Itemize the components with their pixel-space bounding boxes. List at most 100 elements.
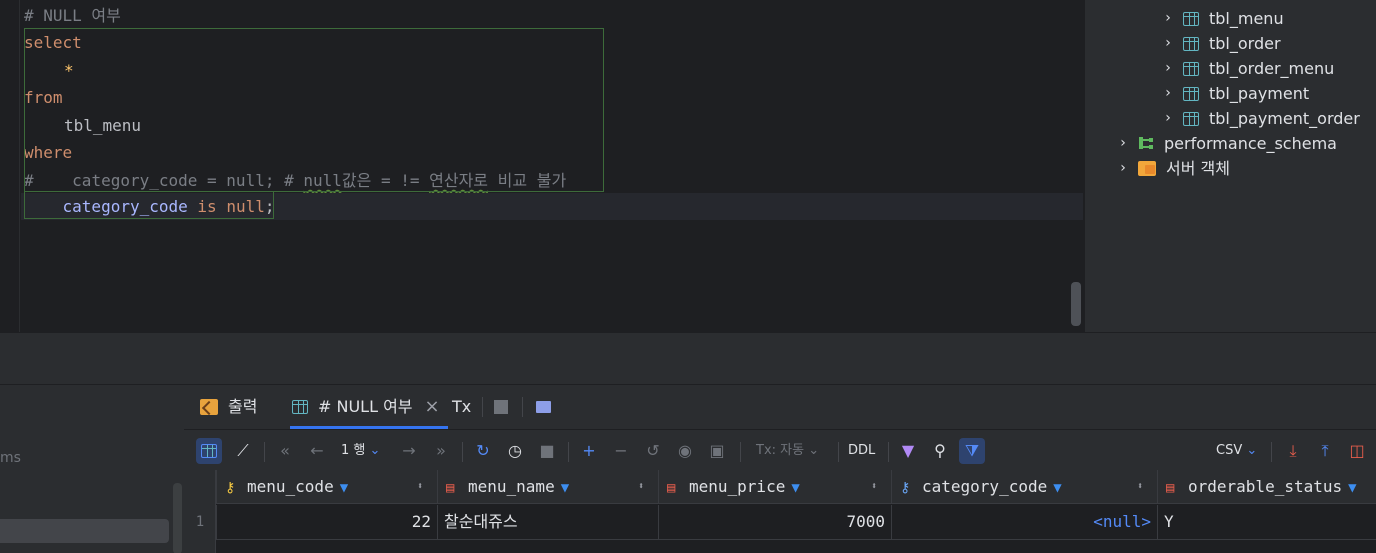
layout-icon [536,401,551,413]
tree-item-tbl-payment-order[interactable]: › tbl_payment_order [1161,106,1360,131]
compare-icon[interactable]: ◫ [1344,438,1370,464]
column-header-menu-price[interactable]: ▤ menu_price ▼ ⬍ [658,470,891,504]
cancel-query-icon[interactable]: ■ [534,438,560,464]
selected-tree-row[interactable] [0,519,169,543]
sql-editor[interactable]: # NULL 여부 select * from tbl_menu where #… [0,0,1084,332]
next-page-icon[interactable]: → [396,438,422,464]
result-grid[interactable]: ⚷ menu_code ▼ ⬍ ▤ menu_name ▼ ⬍ ▤ menu_price ▼ ⬍ … [184,470,1376,553]
tree-item-label: performance_schema [1164,134,1337,153]
chevron-right-icon[interactable]: › [1161,106,1175,131]
panel-divider [0,384,184,385]
tree-item-label: 서버 객체 [1166,159,1230,178]
sort-icon[interactable]: ⬍ [638,470,644,504]
cell-menu-code[interactable]: 22 [216,505,437,539]
tree-item-tbl-menu[interactable]: › tbl_menu [1161,6,1283,31]
sort-icon[interactable]: ⬍ [417,470,423,504]
code-line-condition: category_code is null; [21,193,1083,220]
filter-icon[interactable]: ▼ [1053,480,1061,496]
refresh-icon[interactable]: ↻ [470,438,496,464]
export-format-label: CSV [1216,443,1243,458]
tree-item-performance-schema[interactable]: › performance_schema [1116,131,1337,156]
key-icon: ⚷ [225,480,236,496]
first-page-icon[interactable]: « [272,438,298,464]
stop-button[interactable] [494,385,508,429]
tree-item-tbl-order-menu[interactable]: › tbl_order_menu [1161,56,1334,81]
chevron-right-icon[interactable]: › [1161,81,1175,106]
view-icon[interactable]: ◉ [672,438,698,464]
history-icon[interactable]: ◷ [502,438,528,464]
code-line-commented-condition: # category_code = null; # null값은 = != 연산… [24,167,566,194]
folder-icon [1138,161,1156,176]
filter-icon[interactable]: ▼ [1348,480,1356,496]
cell-menu-price[interactable]: 7000 [658,505,891,539]
prev-page-icon[interactable]: ← [304,438,330,464]
column-header-menu-code[interactable]: ⚷ menu_code ▼ ⬍ [216,470,437,504]
foreign-key-icon: ⚷ [900,480,911,496]
tree-item-label: tbl_payment [1209,84,1310,103]
layout-button[interactable] [536,385,551,429]
tree-item-tbl-payment[interactable]: › tbl_payment [1161,81,1309,106]
table-icon [292,400,308,414]
column-header-category-code[interactable]: ⚷ category_code ▼ ⬍ [891,470,1157,504]
filter-view-icon[interactable]: ⧩ [959,438,985,464]
separator [838,442,839,462]
tab-query-result[interactable]: # NULL 여부 × [290,385,448,429]
tx-mode-selector[interactable]: Tx: 자동 ⌄ [756,438,819,464]
search-icon[interactable]: ⚲ [927,438,953,464]
row-number: 1 [195,514,205,530]
sort-icon[interactable]: ⬍ [1137,470,1143,504]
separator [522,397,523,417]
delete-row-icon[interactable]: − [608,438,634,464]
add-row-icon[interactable]: + [576,438,602,464]
chevron-right-icon[interactable]: › [1116,131,1130,156]
comment-text-b: 값은 [341,171,372,190]
code-line-comment: # NULL 여부 [24,6,121,25]
chevron-right-icon[interactable]: › [1116,156,1130,181]
tab-output[interactable]: 출력 [200,385,257,429]
editor-scrollbar[interactable] [1071,282,1081,326]
chevron-right-icon[interactable]: › [1161,31,1175,56]
chevron-right-icon[interactable]: › [1161,6,1175,31]
tab-transaction[interactable]: Tx [452,385,471,429]
tree-item-label: tbl_payment_order [1209,109,1360,128]
chart-view-icon[interactable]: ⟋ [230,438,256,464]
ddl-button[interactable]: DDL [848,438,875,464]
cell-menu-name[interactable]: 찰순대쥬스 [437,505,658,539]
last-page-icon[interactable]: » [428,438,454,464]
column-icon: ▤ [1166,480,1175,496]
comment-text-c: = != [371,171,430,190]
close-icon[interactable]: × [425,385,440,429]
table-icon [1183,86,1199,101]
tab-label: Tx [452,397,472,416]
separator [482,397,483,417]
filter-icon[interactable]: ▼ [561,480,569,496]
panel-scrollbar[interactable] [173,483,182,553]
upload-icon[interactable]: ⤒ [1312,438,1338,464]
column-icon: ▤ [446,480,455,496]
table-view-button[interactable] [196,438,222,464]
cell-orderable-status[interactable]: Y [1157,505,1376,539]
table-icon [1183,61,1199,76]
condition-null: null [226,197,265,216]
comment-text-null: null [303,171,342,190]
results-toolbar: ⟋ « ← 1 행 ⌄ → » ↻ ◷ ■ + − ↺ ◉ ▣ Tx: 자동 ⌄… [184,429,1376,469]
separator [740,442,741,462]
filter-icon[interactable]: ▼ [791,480,799,496]
filter-icon[interactable]: ▼ [340,480,348,496]
sort-icon[interactable]: ⬍ [871,470,877,504]
column-header-menu-name[interactable]: ▤ menu_name ▼ ⬍ [437,470,658,504]
tree-item-tbl-order[interactable]: › tbl_order [1161,31,1280,56]
page-size-selector[interactable]: 1 행 ⌄ [341,438,380,464]
submit-icon[interactable]: ▣ [704,438,730,464]
tree-item-server-objects[interactable]: › 서버 객체 [1116,156,1230,181]
download-icon[interactable]: ⤓ [1280,438,1306,464]
column-header-orderable-status[interactable]: ▤ orderable_status ▼ [1157,470,1376,504]
export-format-selector[interactable]: CSV ⌄ [1216,438,1257,464]
chevron-right-icon[interactable]: › [1161,56,1175,81]
code-line-from: from [24,88,63,107]
table-icon [1183,36,1199,51]
cell-category-code[interactable]: <null> [891,505,1157,539]
revert-icon[interactable]: ↺ [640,438,666,464]
pin-icon[interactable]: ▼ [895,438,921,464]
table-icon [1183,111,1199,126]
